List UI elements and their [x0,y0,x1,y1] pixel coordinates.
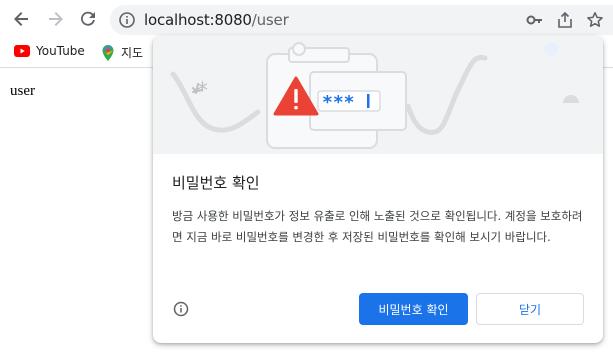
maps-icon [102,44,114,61]
url-path: /user [251,11,289,29]
bookmark-label: 지도 [121,46,144,60]
bookmark-maps[interactable]: 지도 [101,44,143,61]
breach-illustration: * *** [153,36,603,154]
address-bar[interactable]: localhost:8080/user [110,5,613,35]
reload-button[interactable] [76,7,100,31]
arrow-right-icon [49,12,63,26]
dialog-title: 비밀번호 확인 [172,174,260,192]
share-icon[interactable] [556,11,574,29]
url-text[interactable]: localhost:8080/user [144,11,289,29]
url-host: localhost:8080 [144,11,252,29]
forward-button[interactable] [43,7,67,31]
dialog-body: 방금 사용한 비밀번호가 정보 유출로 인해 노출된 것으로 확인됩니다. 계정… [172,209,583,244]
star-icon[interactable] [586,11,604,29]
close-button[interactable]: 닫기 [476,293,584,325]
arrow-left-icon [14,12,28,26]
svg-text:*: * [197,79,208,104]
masked-password: *** [322,92,355,113]
bookmark-youtube[interactable]: YouTube [14,44,85,58]
page-text: user [10,83,35,99]
info-icon[interactable] [118,11,136,29]
back-button[interactable] [10,7,34,31]
browser-toolbar: localhost:8080/user [0,0,613,38]
key-icon[interactable] [526,11,544,29]
youtube-icon [14,45,30,57]
bookmark-label: YouTube [36,44,85,58]
reload-icon [81,11,95,26]
help-info-icon[interactable] [172,300,190,318]
check-passwords-button[interactable]: 비밀번호 확인 [359,293,468,325]
password-breach-dialog: * *** 비밀번호 확인 방금 사용한 비밀번호가 정보 유출로 인해 노출된… [153,36,603,343]
